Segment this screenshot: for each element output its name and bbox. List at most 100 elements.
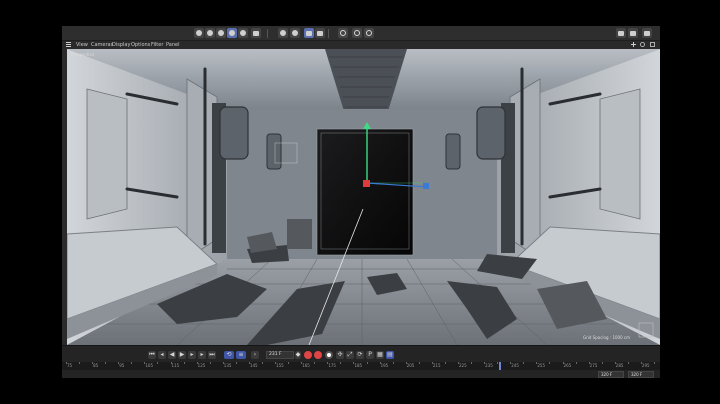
ruler-tick [418, 362, 420, 364]
timeline-panel: ⏮ ◂ ◀ ▶ ▸ ▸ ⏭ ⟲ ≡ › 231 F ◆ ✣ ⤢ ⟳ P ▦ ▤ … [62, 345, 660, 378]
ruler-tick-label: 255 [537, 363, 546, 368]
close-icon[interactable] [642, 28, 652, 38]
key-scale-icon[interactable]: ⤢ [346, 351, 354, 359]
key-position-icon[interactable]: ✣ [336, 351, 344, 359]
ruler-tick-label: 225 [459, 363, 467, 368]
ruler-tick [340, 362, 342, 364]
menu-cameras[interactable]: Cameras [91, 41, 113, 49]
ruler-tick-label: 245 [511, 363, 519, 368]
key-pla-icon[interactable]: ▦ [376, 351, 384, 359]
select-icon[interactable] [251, 28, 261, 38]
key-parameter-icon[interactable]: P [366, 351, 374, 359]
redo-icon[interactable] [205, 28, 215, 38]
ruler-tick-label: 85 [93, 363, 99, 368]
ruler-tick-label: 285 [615, 363, 624, 368]
spline-icon[interactable] [315, 28, 325, 38]
light-icon[interactable] [364, 28, 374, 38]
ruler-tick [549, 362, 551, 364]
next-frame-icon[interactable]: ▸ [188, 351, 196, 359]
menu-view[interactable]: View [76, 41, 88, 49]
ruler-tick [235, 362, 237, 364]
ruler-tick-label: 115 [171, 363, 180, 368]
layout-icon[interactable] [616, 28, 626, 38]
next-key-icon[interactable]: ▸ [198, 351, 206, 359]
ruler-tick [471, 362, 473, 364]
ruler-tick-label: 155 [276, 363, 284, 368]
ruler-tick [523, 362, 525, 364]
ruler-tick [314, 362, 316, 364]
ruler-tick [288, 362, 290, 364]
grid-spacing-label: Grid Spacing : 1000 cm [583, 335, 631, 340]
ruler-tick-label: 105 [145, 363, 154, 368]
viewport-scene [67, 49, 660, 345]
end-frame-field[interactable]: 320 F [628, 371, 654, 378]
key-rotation-icon[interactable]: ⟳ [356, 351, 364, 359]
record-active-icon[interactable] [304, 351, 312, 359]
play-icon[interactable]: ▶ [178, 351, 186, 359]
ruler-tick [79, 362, 81, 364]
ruler-tick-label: 235 [485, 363, 493, 368]
ruler-tick [601, 362, 603, 364]
menu-display[interactable]: Display [112, 41, 130, 49]
ruler-tick [444, 362, 446, 364]
maximize-view-icon[interactable] [650, 42, 655, 47]
scale-icon[interactable] [227, 28, 237, 38]
toolbar-separator [328, 29, 329, 38]
ruler-tick-label: 165 [302, 363, 310, 368]
ruler-tick [654, 362, 655, 364]
current-frame-field[interactable]: 231 F [266, 351, 294, 359]
ruler-tick-label: 95 [119, 363, 125, 368]
previous-key-icon[interactable]: ◂ [158, 351, 166, 359]
move-icon[interactable] [216, 28, 226, 38]
playback-mode-icon[interactable]: ≡ [236, 351, 246, 359]
ruler-tick [105, 362, 107, 364]
top-toolbar [62, 26, 660, 41]
ruler-tick-label: 185 [354, 363, 363, 368]
ruler-tick [262, 362, 263, 364]
3d-viewport[interactable]: Perspective Grid Spacing : 1000 cm [67, 49, 660, 345]
ruler-tick-label: 215 [432, 363, 441, 368]
render-settings-icon[interactable] [290, 28, 300, 38]
start-frame-field[interactable]: 320 F [598, 371, 624, 378]
undo-icon[interactable] [194, 28, 204, 38]
playhead[interactable] [499, 362, 501, 370]
window-icon[interactable] [628, 28, 638, 38]
ruler-tick-label: 175 [328, 363, 336, 368]
ruler-tick-label: 145 [249, 363, 258, 368]
frame-arrow-icon[interactable]: › [251, 351, 259, 359]
menu-filter[interactable]: Filter [151, 41, 163, 49]
loop-icon[interactable]: ⟲ [224, 351, 234, 359]
cube-icon[interactable] [304, 28, 314, 38]
go-to-start-icon[interactable]: ⏮ [148, 351, 156, 359]
ruler-tick [366, 362, 368, 364]
ruler-tick [627, 362, 629, 364]
ruler-tick [575, 362, 577, 364]
autokey-icon[interactable] [314, 351, 322, 359]
interpolation-icon[interactable]: ▤ [386, 351, 394, 359]
ruler-tick-label: 75 [67, 363, 73, 368]
zoom-view-icon[interactable] [640, 42, 645, 47]
ruler-tick [209, 362, 211, 364]
frame-stepper-icon[interactable]: ◆ [295, 351, 301, 359]
menu-panel[interactable]: Panel [166, 41, 180, 49]
deformer-icon[interactable] [352, 28, 362, 38]
ruler-tick-label: 195 [380, 363, 389, 368]
timeline-ruler[interactable]: 75 85 95 105 115 125 135 145 155 165 175 185 195 205 2… [62, 362, 660, 370]
camera-label: Perspective [71, 52, 95, 57]
menu-options[interactable]: Options [131, 41, 150, 49]
generator-icon[interactable] [338, 28, 348, 38]
render-icon[interactable] [278, 28, 288, 38]
ruler-tick [183, 362, 185, 364]
ruler-tick-label: 275 [589, 363, 598, 368]
ruler-tick [157, 362, 159, 364]
rotate-icon[interactable] [238, 28, 248, 38]
menu-icon[interactable] [66, 42, 71, 47]
keyframe-selection-icon[interactable] [325, 351, 333, 359]
go-to-end-icon[interactable]: ⏭ [208, 351, 216, 359]
app-window: View Cameras Display Options Filter Pane… [62, 26, 660, 378]
move-view-icon[interactable] [631, 42, 636, 47]
previous-frame-icon[interactable]: ◀ [168, 351, 176, 359]
ruler-tick-label: 265 [563, 363, 572, 368]
ruler-tick-label: 205 [406, 363, 415, 368]
viewport-menubar: View Cameras Display Options Filter Pane… [62, 41, 660, 49]
